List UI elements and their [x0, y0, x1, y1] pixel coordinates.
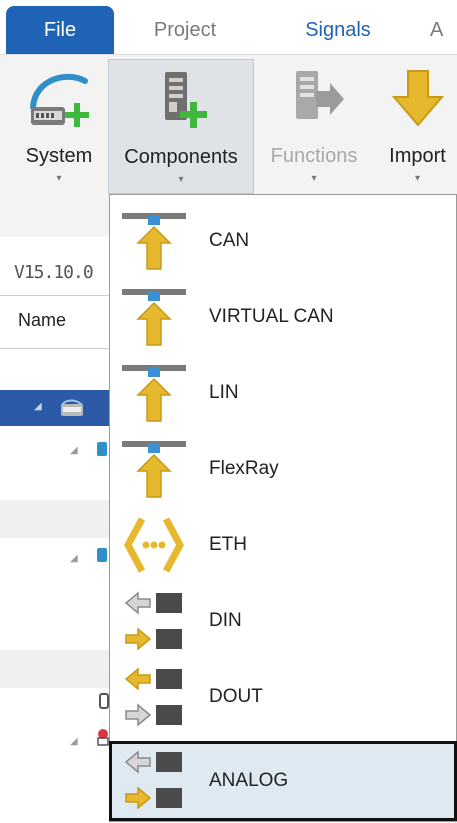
system-add-icon — [30, 73, 89, 127]
menu-item-can[interactable]: CAN — [110, 203, 456, 279]
menu-item-analog[interactable]: ANALOG — [109, 741, 457, 821]
name-header-label: Name — [18, 310, 67, 330]
functions-dropdown-arrow-icon: ▾ — [311, 173, 317, 184]
functions-icon — [296, 71, 344, 119]
functions-button[interactable]: Functions ▾ — [262, 59, 366, 194]
ribbon-tab-bar: File Project Signals A — [0, 0, 457, 55]
tab-signals[interactable]: Signals — [278, 6, 398, 54]
menu-item-label: ANALOG — [209, 770, 289, 791]
import-arrow-icon — [391, 70, 445, 127]
menu-item-label: CAN — [209, 230, 250, 251]
ethernet-icon — [124, 517, 184, 573]
menu-item-label: DOUT — [209, 686, 263, 707]
components-label: Components — [124, 146, 238, 168]
components-dropdown-arrow-icon: ▾ — [178, 174, 184, 185]
name-column-header[interactable]: Name — [0, 295, 110, 349]
digital-input-icon — [124, 591, 182, 651]
expand-triangle-icon[interactable]: ◢ — [34, 401, 42, 412]
menu-item-label: ETH — [209, 534, 247, 555]
digital-output-icon — [124, 667, 182, 727]
expand-triangle-icon[interactable]: ◢ — [70, 736, 78, 747]
bus-connector-icon — [122, 289, 186, 346]
import-label: Import — [389, 145, 446, 167]
functions-label: Functions — [270, 145, 358, 167]
analog-icon — [124, 750, 182, 810]
menu-item-dout[interactable]: DOUT — [110, 659, 456, 735]
tree-row-selected[interactable]: ◢ — [0, 390, 110, 426]
expand-triangle-icon[interactable]: ◢ — [70, 553, 78, 564]
tab-file[interactable]: File — [6, 6, 114, 54]
tab-truncated[interactable]: A — [430, 6, 457, 54]
bus-connector-icon — [122, 441, 186, 498]
menu-item-label: VIRTUAL CAN — [209, 306, 334, 327]
node-icon — [97, 442, 107, 456]
tab-project[interactable]: Project — [130, 6, 240, 54]
import-button[interactable]: Import ▾ — [378, 59, 457, 194]
menu-item-label: FlexRay — [209, 458, 279, 479]
system-node-icon — [61, 399, 83, 416]
error-node-icon — [97, 729, 109, 746]
bus-connector-icon — [122, 213, 186, 270]
tree-row[interactable] — [0, 650, 110, 688]
node-icon — [97, 548, 107, 562]
menu-item-lin[interactable]: LIN — [110, 355, 456, 431]
menu-item-eth[interactable]: ETH — [110, 507, 456, 583]
components-dropdown-menu: CAN VIRTUAL CAN LIN FlexRay ETH DIN DOUT… — [109, 194, 457, 822]
menu-item-flexray[interactable]: FlexRay — [110, 431, 456, 507]
menu-item-virtual-can[interactable]: VIRTUAL CAN — [110, 279, 456, 355]
system-button[interactable]: System ▾ — [14, 59, 104, 194]
components-button[interactable]: Components ▾ — [108, 59, 254, 194]
tree-row[interactable] — [0, 500, 110, 538]
system-label: System — [25, 145, 93, 167]
menu-item-label: LIN — [209, 382, 239, 403]
version-label: V15.10.0 — [14, 262, 94, 283]
import-dropdown-arrow-icon: ▾ — [414, 173, 421, 184]
bus-connector-icon — [122, 365, 186, 422]
system-dropdown-arrow-icon: ▾ — [56, 173, 62, 184]
menu-item-label: DIN — [209, 610, 242, 631]
expand-triangle-icon[interactable]: ◢ — [70, 445, 78, 456]
menu-item-din[interactable]: DIN — [110, 583, 456, 659]
component-add-icon — [165, 72, 207, 128]
